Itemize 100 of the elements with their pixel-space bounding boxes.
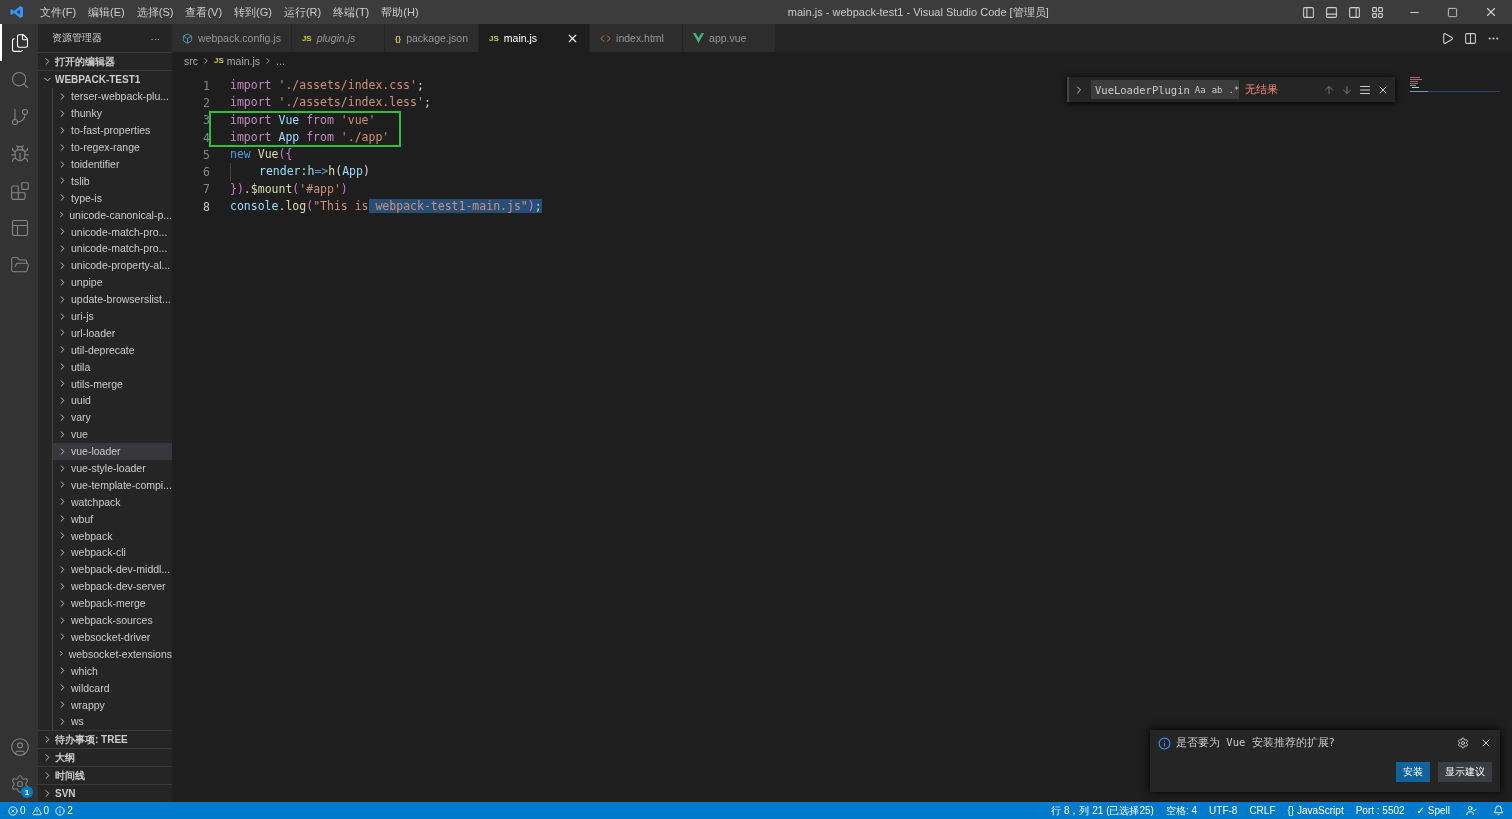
- status-item[interactable]: 行 8，列 21 (已选择25): [1051, 803, 1154, 818]
- secondary-sidebar-icon[interactable]: [1348, 5, 1361, 19]
- menu-item[interactable]: 编辑(E): [82, 4, 131, 20]
- tree-item[interactable]: type-is: [52, 189, 172, 207]
- tree-item[interactable]: wrappy: [52, 696, 172, 713]
- tree-item[interactable]: uuid: [52, 392, 172, 409]
- tree-item[interactable]: wbuf: [52, 510, 172, 528]
- editor-tab[interactable]: JS plugin.js: [291, 24, 385, 52]
- status-item[interactable]: UTF-8: [1209, 805, 1238, 816]
- tree-item[interactable]: url-loader: [52, 324, 172, 342]
- editor-tab[interactable]: index.html: [590, 24, 684, 52]
- restore-icon[interactable]: [1447, 6, 1458, 18]
- tree-item[interactable]: tslib: [52, 172, 172, 190]
- tree-item[interactable]: unicode-property-al...: [52, 256, 172, 274]
- close-icon[interactable]: [1480, 737, 1492, 749]
- extensions-icon[interactable]: [10, 180, 30, 201]
- menu-item[interactable]: 选择(S): [130, 4, 180, 20]
- status-item[interactable]: Port : 5502: [1355, 805, 1405, 816]
- bell-icon[interactable]: [1493, 805, 1504, 816]
- section-header[interactable]: 打开的编辑器: [38, 52, 172, 70]
- panel-icon[interactable]: [10, 217, 30, 238]
- breadcrumb-item[interactable]: main.js: [226, 54, 261, 67]
- js-icon: JS: [214, 56, 224, 65]
- find-option[interactable]: ab: [1210, 84, 1224, 95]
- tree-item[interactable]: toidentifier: [52, 155, 172, 173]
- tree-item[interactable]: unicode-match-pro...: [52, 240, 172, 257]
- status-item[interactable]: 空格: 4: [1165, 803, 1198, 818]
- files-icon[interactable]: [10, 32, 30, 53]
- account-icon[interactable]: [10, 736, 30, 757]
- menu-item[interactable]: 终端(T): [327, 4, 376, 20]
- tree-item[interactable]: webpack-dev-server: [52, 577, 172, 595]
- breadcrumb-item[interactable]: src: [184, 54, 198, 67]
- tree-item[interactable]: webpack-sources: [52, 611, 172, 629]
- tree-item[interactable]: utils-merge: [52, 375, 172, 393]
- feedback-icon[interactable]: [1466, 805, 1477, 816]
- tree-item[interactable]: util-deprecate: [52, 341, 172, 359]
- section-header[interactable]: 时间线: [38, 766, 172, 784]
- tree-item[interactable]: watchpack: [52, 493, 172, 511]
- tree-item[interactable]: vue-style-loader: [52, 459, 172, 477]
- error-count[interactable]: 0: [8, 805, 26, 816]
- tree-item[interactable]: webpack: [52, 527, 172, 545]
- tree-item[interactable]: unicode-canonical-p...: [52, 206, 172, 224]
- tree-item[interactable]: webpack-cli: [52, 544, 172, 561]
- warning-count[interactable]: 0: [31, 805, 50, 816]
- section-header[interactable]: 大纲: [38, 748, 172, 766]
- status-item[interactable]: {} JavaScript: [1287, 805, 1344, 816]
- line-number: 6: [202, 165, 210, 180]
- tree-item[interactable]: vue-template-compi...: [52, 476, 172, 494]
- editor-tab[interactable]: JS main.js: [479, 24, 591, 52]
- tree-item[interactable]: to-fast-properties: [52, 121, 172, 139]
- menu-item[interactable]: 文件(F): [34, 4, 83, 20]
- line-number: 4: [202, 130, 210, 145]
- more-actions[interactable]: ···: [150, 32, 160, 44]
- tree-item[interactable]: webpack-merge: [52, 594, 172, 612]
- info-count[interactable]: 2: [55, 805, 73, 816]
- layout-icon[interactable]: [1371, 5, 1384, 19]
- breadcrumb-item[interactable]: ...: [276, 54, 285, 67]
- split-editor-icon[interactable]: [1464, 31, 1477, 45]
- menu-item[interactable]: 帮助(H): [375, 4, 425, 20]
- menu-item[interactable]: 运行(R): [277, 4, 328, 20]
- find-option[interactable]: .*: [1227, 84, 1241, 95]
- folder-icon[interactable]: [10, 254, 30, 275]
- section-header[interactable]: WEBPACK-TEST1: [38, 70, 172, 88]
- tree-item[interactable]: update-browserslist...: [52, 290, 172, 308]
- tree-item[interactable]: to-regex-range: [52, 138, 172, 156]
- tree-item[interactable]: unicode-match-pro...: [52, 223, 172, 240]
- menu-item[interactable]: 查看(V): [179, 4, 229, 20]
- settings-icon[interactable]: [1457, 737, 1469, 749]
- tree-item[interactable]: websocket-extensions: [52, 645, 172, 663]
- tree-item[interactable]: vary: [52, 408, 172, 426]
- settings-icon[interactable]: [10, 773, 30, 794]
- tree-item[interactable]: webpack-dev-middl...: [52, 560, 172, 578]
- find-field[interactable]: VueLoaderPlugin Aa ab .*: [1091, 80, 1239, 99]
- search-icon[interactable]: [10, 69, 30, 90]
- tree-item[interactable]: websocket-driver: [52, 628, 172, 646]
- close-icon[interactable]: [1484, 5, 1498, 19]
- editor-tab[interactable]: webpack.config.js: [172, 24, 292, 52]
- tree-item[interactable]: vue-loader: [52, 442, 172, 460]
- notification-button[interactable]: 显示建议: [1438, 762, 1492, 782]
- tree-item[interactable]: vue: [52, 425, 172, 443]
- find-option[interactable]: Aa: [1193, 84, 1207, 95]
- tree-item[interactable]: thunky: [52, 104, 172, 122]
- tree-item[interactable]: utila: [52, 358, 172, 376]
- tree-item[interactable]: uri-js: [52, 307, 172, 325]
- notification-button[interactable]: 安装: [1396, 762, 1430, 782]
- tree-item[interactable]: which: [52, 662, 172, 680]
- source-control-icon[interactable]: [10, 106, 30, 127]
- panel-layout-icon[interactable]: [1325, 5, 1338, 19]
- status-item[interactable]: ✓ Spell: [1416, 805, 1450, 816]
- status-item[interactable]: CRLF: [1249, 805, 1276, 816]
- lines-icon[interactable]: [1359, 83, 1371, 96]
- tree-item[interactable]: wildcard: [52, 679, 172, 697]
- editor-tab[interactable]: {} package.json: [384, 24, 479, 52]
- section-header[interactable]: 待办事项: TREE: [38, 730, 172, 748]
- tree-item[interactable]: terser-webpack-plu...: [52, 88, 172, 105]
- tree-item[interactable]: unpipe: [52, 273, 172, 291]
- menu-item[interactable]: 转到(G): [228, 4, 278, 20]
- tree-item[interactable]: ws: [52, 712, 172, 730]
- sidebar-layout-icon[interactable]: [1302, 5, 1315, 19]
- editor-tab[interactable]: app.vue: [683, 24, 777, 52]
